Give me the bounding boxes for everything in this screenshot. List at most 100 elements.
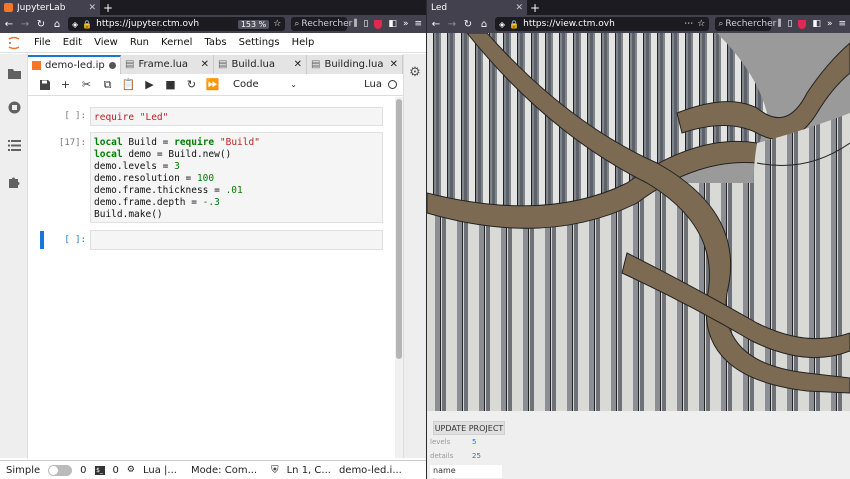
menu-run[interactable]: Run <box>124 37 155 48</box>
3d-viewport[interactable] <box>427 33 850 411</box>
container-icon[interactable]: ◧ <box>388 19 397 29</box>
terminal-count[interactable]: 0 <box>80 465 86 476</box>
library-icon[interactable]: ⫼ <box>777 19 781 29</box>
add-cell-icon[interactable]: + <box>55 75 76 95</box>
forward-icon[interactable]: → <box>447 19 457 30</box>
extension-puzzle-icon[interactable] <box>7 175 21 189</box>
property-inspector-gear-icon[interactable]: ⚙ <box>408 65 422 80</box>
overflow-icon[interactable]: » <box>403 19 409 29</box>
sidebar-icon[interactable]: ▯ <box>787 19 792 29</box>
save-icon[interactable] <box>34 75 55 95</box>
terminal-icon[interactable]: $_ <box>94 465 105 475</box>
url-bar[interactable]: ◈ 🔒 https://view.ctm.ovh ⋯ ☆ <box>495 17 710 31</box>
table-of-contents-icon[interactable] <box>7 138 21 152</box>
right-sidebar: ⚙ <box>403 54 426 458</box>
sidebar-icon[interactable]: ▯ <box>363 19 368 29</box>
new-tab-icon[interactable]: + <box>527 0 543 15</box>
name-input[interactable]: name <box>430 465 502 478</box>
tab-building-lua[interactable]: ▤ Building.lua ✕ <box>307 55 403 74</box>
container-icon[interactable]: ◧ <box>812 19 821 29</box>
left-sidebar <box>0 54 28 458</box>
status-bar: Simple 0 $_ 0 ⚙ Lua |... Mode: Com... ⛨ … <box>0 460 426 479</box>
back-icon[interactable]: ← <box>4 19 14 30</box>
home-icon[interactable]: ⌂ <box>52 19 62 30</box>
close-icon[interactable]: ✕ <box>88 3 96 13</box>
url-bar[interactable]: ◈ 🔒 https://jupyter.ctm.ovh 153 % ☆ <box>68 17 286 31</box>
param-value-levels[interactable]: 5 <box>472 438 476 446</box>
forward-icon[interactable]: → <box>20 19 30 30</box>
cut-icon[interactable]: ✂ <box>76 75 97 95</box>
scroll-thumb[interactable] <box>396 99 402 359</box>
close-icon[interactable]: ✕ <box>201 59 209 70</box>
lock-icon: 🔒 <box>509 19 520 29</box>
notebook-scrollbar[interactable] <box>395 97 403 458</box>
unsaved-dot-icon[interactable] <box>109 62 116 69</box>
star-icon[interactable]: ☆ <box>273 19 281 29</box>
code-cell-2[interactable]: local Build = require "Build" local demo… <box>90 132 383 223</box>
kernel-indicator[interactable]: Lua <box>364 79 397 90</box>
overflow-icon[interactable]: » <box>827 19 833 29</box>
simple-mode-toggle[interactable] <box>48 464 73 476</box>
kernel-icon[interactable]: ⚙ <box>127 465 135 475</box>
back-icon[interactable]: ← <box>431 19 441 30</box>
menu-settings[interactable]: Settings <box>233 37 286 48</box>
restart-icon[interactable]: ↻ <box>181 75 202 95</box>
tab-build-lua[interactable]: ▤ Build.lua ✕ <box>214 55 307 74</box>
menu-kernel[interactable]: Kernel <box>155 37 198 48</box>
close-icon[interactable]: ✕ <box>390 59 398 70</box>
copy-icon[interactable]: ⧉ <box>97 75 118 95</box>
status-position[interactable]: Ln 1, C... <box>287 465 331 476</box>
browser-tab-led[interactable]: Led ✕ <box>427 0 527 15</box>
home-icon[interactable]: ⌂ <box>479 19 489 30</box>
param-value-details[interactable]: 25 <box>472 452 481 460</box>
browser-tabstrip: Led ✕ + <box>427 0 850 15</box>
update-project-button[interactable]: UPDATE PROJECT <box>433 421 505 435</box>
status-kernel[interactable]: Lua |... <box>143 465 177 476</box>
ublock-icon[interactable] <box>374 19 383 29</box>
search-input[interactable]: ⌕ Rechercher <box>715 17 776 31</box>
zoom-level[interactable]: 153 % <box>237 19 270 29</box>
reload-icon[interactable]: ↻ <box>463 19 473 30</box>
notebook-icon <box>32 61 41 70</box>
menu-icon[interactable]: ≡ <box>414 19 422 29</box>
browser-tab-jupyterlab[interactable]: JupyterLab ✕ <box>0 0 100 15</box>
browser-navbar: ← → ↻ ⌂ ◈ 🔒 https://jupyter.ctm.ovh 153 … <box>0 15 426 33</box>
search-icon: ⌕ <box>718 19 724 29</box>
shield-check-icon: ⛨ <box>271 464 279 476</box>
notebook-area: [ ]: require "Led" [17]: local Build = r… <box>28 97 403 458</box>
more-icon[interactable]: ⋯ <box>684 19 693 29</box>
cell-type-select[interactable]: Code ⌄ <box>233 79 297 90</box>
menu-icon[interactable]: ≡ <box>838 19 846 29</box>
code-cell-3[interactable] <box>90 230 383 250</box>
code-cell-1[interactable]: require "Led" <box>90 107 383 126</box>
menu-view[interactable]: View <box>88 37 124 48</box>
ublock-icon[interactable] <box>798 19 807 29</box>
library-icon[interactable]: ⫼ <box>353 19 357 29</box>
close-icon[interactable]: ✕ <box>294 59 302 70</box>
cell-prompt: [17]: <box>58 138 86 148</box>
reload-icon[interactable]: ↻ <box>36 19 46 30</box>
kernel-status-icon <box>388 80 397 89</box>
menu-tabs[interactable]: Tabs <box>198 37 232 48</box>
cell-prompt: [ ]: <box>64 235 86 245</box>
menu-help[interactable]: Help <box>286 37 321 48</box>
param-label-details: details <box>430 452 454 460</box>
fast-forward-icon[interactable]: ⏩ <box>202 75 223 95</box>
folder-icon[interactable] <box>7 66 21 80</box>
menu-edit[interactable]: Edit <box>57 37 88 48</box>
paste-icon[interactable]: 📋 <box>118 75 139 95</box>
jupyter-logo-icon <box>0 36 28 50</box>
stop-icon[interactable]: ■ <box>160 75 181 95</box>
status-file: demo-led.i... <box>338 464 402 476</box>
star-icon[interactable]: ☆ <box>697 19 705 29</box>
running-kernels-icon[interactable] <box>7 100 21 114</box>
tab-frame-lua[interactable]: ▤ Frame.lua ✕ <box>121 55 214 74</box>
kernel-count[interactable]: 0 <box>113 465 119 476</box>
tab-demo-led[interactable]: demo-led.ipyn <box>28 55 121 74</box>
menu-file[interactable]: File <box>28 37 57 48</box>
jupyter-favicon-icon <box>4 3 13 12</box>
new-tab-icon[interactable]: + <box>100 0 116 15</box>
run-icon[interactable]: ▶ <box>139 75 160 95</box>
search-input[interactable]: ⌕ Rechercher <box>291 17 352 31</box>
close-icon[interactable]: ✕ <box>515 3 523 13</box>
